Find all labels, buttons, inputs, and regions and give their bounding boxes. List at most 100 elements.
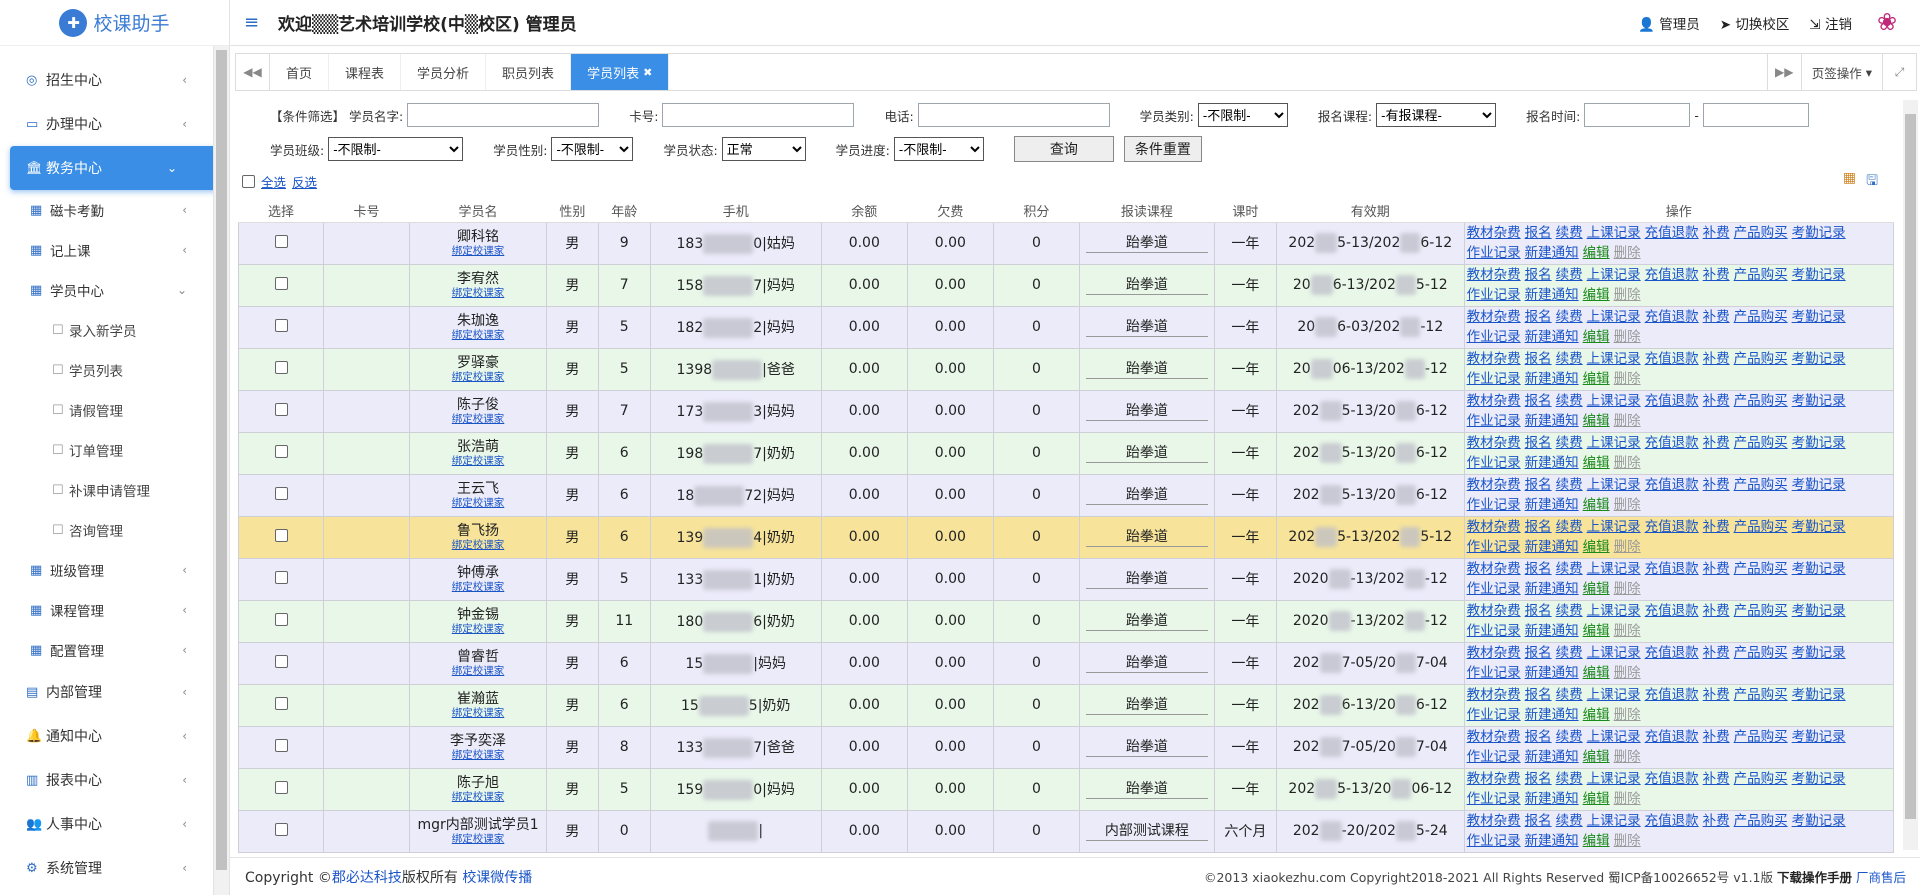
op-link-9[interactable]: 新建通知	[1525, 497, 1579, 513]
op-link-7[interactable]: 考勤记录	[1792, 477, 1846, 493]
op-link-4[interactable]: 充值退款	[1645, 435, 1699, 451]
op-link-11[interactable]: 删除	[1614, 665, 1641, 681]
switch-campus-link[interactable]: ➤ 切换校区	[1720, 13, 1790, 33]
op-link-6[interactable]: 产品购买	[1734, 729, 1788, 745]
table-row[interactable]: 张浩萌 绑定校课家男 6 198 7|奶奶 0.00 0.00 0 跆拳道 一年 202 5-13/2…	[237, 431, 1895, 475]
op-link-5[interactable]: 补费	[1703, 729, 1730, 745]
row-checkbox[interactable]	[274, 780, 288, 794]
sidebar-item-14[interactable]: ▦ 配置管理 ‹	[0, 630, 229, 670]
after-sales-link[interactable]: 厂商售后	[1856, 870, 1906, 885]
sidebar-item-4[interactable]: ▦ 记上课 ‹	[0, 230, 229, 270]
invert-selection-link[interactable]: 反选	[292, 172, 317, 191]
bind-link[interactable]: 绑定校课家	[410, 539, 546, 551]
bind-link[interactable]: 绑定校课家	[410, 833, 546, 845]
op-link-1[interactable]: 报名	[1525, 435, 1552, 451]
sidebar-item-19[interactable]: ⚙ 系统管理 ‹	[0, 846, 229, 890]
op-link-6[interactable]: 产品购买	[1734, 309, 1788, 325]
op-link-1[interactable]: 报名	[1525, 561, 1552, 577]
op-link-5[interactable]: 补费	[1703, 225, 1730, 241]
op-link-1[interactable]: 报名	[1525, 771, 1552, 787]
op-link-3[interactable]: 上课记录	[1587, 561, 1641, 577]
op-link-11[interactable]: 删除	[1614, 497, 1641, 513]
op-link-5[interactable]: 补费	[1703, 687, 1730, 703]
op-link-5[interactable]: 补费	[1703, 771, 1730, 787]
op-link-7[interactable]: 考勤记录	[1792, 645, 1846, 661]
op-link-11[interactable]: 删除	[1614, 749, 1641, 765]
op-link-3[interactable]: 上课记录	[1587, 225, 1641, 241]
select-all-checkbox[interactable]	[242, 175, 255, 188]
op-link-2[interactable]: 续费	[1556, 435, 1583, 451]
sidebar-item-18[interactable]: 👥 人事中心 ‹	[0, 802, 229, 846]
bind-link[interactable]: 绑定校课家	[410, 413, 546, 425]
op-link-2[interactable]: 续费	[1556, 729, 1583, 745]
tab-1[interactable]: 课程表	[329, 54, 402, 90]
company-link[interactable]: 郡必达科技	[332, 870, 402, 886]
op-link-0[interactable]: 教材杂费	[1467, 813, 1521, 829]
logo[interactable]: ✚ 校课助手	[0, 0, 229, 46]
op-link-4[interactable]: 充值退款	[1645, 561, 1699, 577]
op-link-1[interactable]: 报名	[1525, 309, 1552, 325]
tab-0[interactable]: 首页	[270, 54, 330, 90]
sidebar-item-8[interactable]: ☐ 请假管理	[0, 390, 229, 430]
op-link-10[interactable]: 编辑	[1583, 623, 1610, 639]
main-scrollbar[interactable]	[1903, 100, 1918, 850]
row-checkbox[interactable]	[274, 402, 288, 416]
sidebar-item-13[interactable]: ▦ 课程管理 ‹	[0, 590, 229, 630]
table-row[interactable]: mgr内部测试学员1 绑定校课家男 0 | 0.00 0.00 0 内部测试课程 六个月 202-…	[237, 809, 1895, 853]
op-link-11[interactable]: 删除	[1614, 371, 1641, 387]
op-link-3[interactable]: 上课记录	[1587, 519, 1641, 535]
op-link-9[interactable]: 新建通知	[1525, 749, 1579, 765]
op-link-11[interactable]: 删除	[1614, 791, 1641, 807]
op-link-11[interactable]: 删除	[1614, 245, 1641, 261]
op-link-8[interactable]: 作业记录	[1467, 791, 1521, 807]
op-link-2[interactable]: 续费	[1556, 687, 1583, 703]
op-link-6[interactable]: 产品购买	[1734, 477, 1788, 493]
bind-link[interactable]: 绑定校课家	[410, 623, 546, 635]
op-link-9[interactable]: 新建通知	[1525, 371, 1579, 387]
op-link-4[interactable]: 充值退款	[1645, 267, 1699, 283]
op-link-1[interactable]: 报名	[1525, 603, 1552, 619]
op-link-4[interactable]: 充值退款	[1645, 393, 1699, 409]
op-link-5[interactable]: 补费	[1703, 351, 1730, 367]
sidebar-item-2[interactable]: 🏛 教务中心 ⌄	[10, 146, 219, 190]
logout-link[interactable]: ⇲ 注销	[1809, 13, 1852, 33]
op-link-4[interactable]: 充值退款	[1645, 225, 1699, 241]
op-link-11[interactable]: 删除	[1614, 707, 1641, 723]
op-link-5[interactable]: 补费	[1703, 477, 1730, 493]
op-link-0[interactable]: 教材杂费	[1467, 393, 1521, 409]
op-link-7[interactable]: 考勤记录	[1792, 813, 1846, 829]
sidebar-item-17[interactable]: ▥ 报表中心 ‹	[0, 758, 229, 802]
row-checkbox[interactable]	[274, 318, 288, 332]
op-link-10[interactable]: 编辑	[1583, 245, 1610, 261]
op-link-7[interactable]: 考勤记录	[1792, 729, 1846, 745]
row-checkbox[interactable]	[274, 570, 288, 584]
course-select[interactable]: -有报课程-	[1376, 103, 1497, 127]
op-link-7[interactable]: 考勤记录	[1792, 519, 1846, 535]
op-link-10[interactable]: 编辑	[1583, 329, 1610, 345]
op-link-0[interactable]: 教材杂费	[1467, 477, 1521, 493]
save-icon[interactable]: 🖫	[1866, 170, 1878, 194]
bind-link[interactable]: 绑定校课家	[410, 707, 546, 719]
op-link-0[interactable]: 教材杂费	[1467, 561, 1521, 577]
bind-link[interactable]: 绑定校课家	[410, 749, 546, 761]
sidebar-item-12[interactable]: ▦ 班级管理 ‹	[0, 550, 229, 590]
op-link-11[interactable]: 删除	[1614, 329, 1641, 345]
op-link-9[interactable]: 新建通知	[1525, 833, 1579, 849]
op-link-8[interactable]: 作业记录	[1467, 539, 1521, 555]
op-link-10[interactable]: 编辑	[1583, 665, 1610, 681]
phone-input[interactable]	[917, 103, 1110, 127]
op-link-10[interactable]: 编辑	[1583, 413, 1610, 429]
status-select[interactable]: 正常	[721, 137, 806, 161]
op-link-2[interactable]: 续费	[1556, 813, 1583, 829]
op-link-3[interactable]: 上课记录	[1587, 351, 1641, 367]
product-link[interactable]: 校课微传播	[462, 870, 532, 886]
op-link-11[interactable]: 删除	[1614, 455, 1641, 471]
op-link-11[interactable]: 删除	[1614, 287, 1641, 303]
op-link-0[interactable]: 教材杂费	[1467, 687, 1521, 703]
op-link-8[interactable]: 作业记录	[1467, 623, 1521, 639]
op-link-4[interactable]: 充值退款	[1645, 729, 1699, 745]
row-checkbox[interactable]	[274, 276, 288, 290]
op-link-10[interactable]: 编辑	[1583, 707, 1610, 723]
op-link-4[interactable]: 充值退款	[1645, 813, 1699, 829]
sidebar-item-15[interactable]: ▤ 内部管理 ‹	[0, 670, 229, 714]
